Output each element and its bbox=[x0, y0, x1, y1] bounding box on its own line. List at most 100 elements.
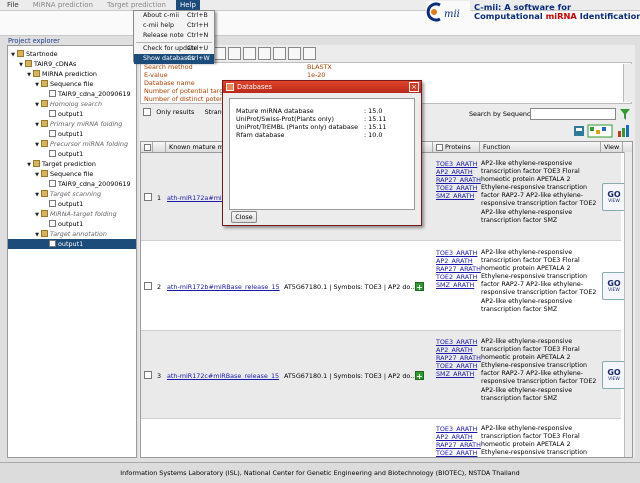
tree-node-mirna-prediction[interactable]: ▼ MiRNA prediction bbox=[26, 69, 97, 79]
menu-separator bbox=[136, 42, 212, 43]
menu-help[interactable]: Help bbox=[175, 0, 200, 11]
table-row[interactable]: TOE3_ARATH AP2_ARATH RAP27_ARATH TOE2_AR… bbox=[141, 419, 621, 457]
menu-item-about[interactable]: About c-mii Ctrl+B bbox=[134, 11, 214, 21]
close-button[interactable]: Close bbox=[231, 211, 257, 223]
table-row[interactable]: 3 ath-miR172c#miRBase_release_15 AT5G671… bbox=[141, 331, 626, 419]
protein-link[interactable]: TOE2_ARATH bbox=[436, 449, 481, 457]
folder-icon bbox=[41, 139, 48, 147]
toolbar-button-7[interactable] bbox=[303, 47, 316, 60]
protein-link[interactable]: TOE2_ARATH bbox=[436, 362, 481, 370]
db-value: : 15.0 bbox=[364, 107, 383, 115]
file-icon bbox=[49, 129, 56, 137]
go-view-button[interactable]: GO VIEW bbox=[602, 361, 626, 389]
function-text: AP2-like ethylene-responsive transcripti… bbox=[481, 338, 597, 402]
tree-node-sequence-file[interactable]: ▼ Sequence file bbox=[34, 79, 93, 89]
tree-node-primary-folding[interactable]: ▼ Primary miRNA folding bbox=[34, 119, 122, 129]
protein-link[interactable]: SMZ_ARATH bbox=[436, 281, 481, 289]
table-tools bbox=[574, 124, 629, 138]
row-checkbox[interactable] bbox=[144, 193, 152, 201]
menu-item-release-note[interactable]: Release note Ctrl+N bbox=[134, 31, 214, 41]
protein-link[interactable]: TOE3_ARATH bbox=[436, 160, 481, 168]
project-explorer-label: Project explorer bbox=[8, 37, 60, 45]
chart-icon[interactable] bbox=[618, 125, 629, 137]
protein-link[interactable]: TOE3_ARATH bbox=[436, 425, 481, 433]
tree-node-output[interactable]: output1 bbox=[48, 129, 83, 139]
menu-target-prediction[interactable]: Target prediction bbox=[103, 0, 170, 11]
folder-icon bbox=[17, 49, 24, 57]
tree-node-target-annotation[interactable]: ▼ Target annotation bbox=[34, 229, 107, 239]
protein-link[interactable]: SMZ_ARATH bbox=[436, 370, 481, 378]
protein-link[interactable]: TOE2_ARATH bbox=[436, 273, 481, 281]
go-view-button[interactable]: GO VIEW bbox=[602, 183, 626, 211]
only-results-checkbox[interactable] bbox=[143, 108, 151, 116]
tree-node-file[interactable]: TAIR9_cdna_20090619 bbox=[48, 179, 131, 189]
toolbar-button-4[interactable] bbox=[258, 47, 271, 60]
db-label: UniProt/TrEMBL (Plants only) database bbox=[236, 123, 359, 131]
search-input[interactable] bbox=[530, 108, 616, 120]
summary-scrollbar[interactable] bbox=[623, 64, 632, 102]
file-icon bbox=[49, 109, 56, 117]
folder-icon bbox=[25, 59, 32, 67]
tree-node-homolog-search[interactable]: ▼ Homolog search bbox=[34, 99, 102, 109]
table-row[interactable]: 2 ath-miR172b#miRBase_release_15 AT5G671… bbox=[141, 241, 626, 331]
target-description: AT5G67180.1 | Symbols: TOE3 | AP2 do... bbox=[284, 283, 417, 291]
menu-item-help[interactable]: c-mii help Ctrl+H bbox=[134, 21, 214, 31]
row-checkbox[interactable] bbox=[144, 371, 152, 379]
tree-node-target-folding[interactable]: ▼ MiRNA-target folding bbox=[34, 209, 117, 219]
toolbar-button-5[interactable] bbox=[273, 47, 286, 60]
go-analysis-icon[interactable] bbox=[587, 124, 613, 138]
header-checkbox[interactable] bbox=[141, 142, 153, 152]
add-icon[interactable]: + bbox=[415, 371, 424, 381]
protein-link[interactable]: AP2_ARATH bbox=[436, 257, 481, 265]
protein-link[interactable]: RAP27_ARATH bbox=[436, 441, 481, 449]
folder-icon bbox=[41, 189, 48, 197]
toolbar-button-2[interactable] bbox=[228, 47, 241, 60]
protein-link[interactable]: RAP27_ARATH bbox=[436, 176, 481, 184]
tree-node-output-selected[interactable]: output1 bbox=[8, 239, 136, 249]
protein-link[interactable]: SMZ_ARATH bbox=[436, 192, 481, 200]
protein-link[interactable]: TOE2_ARATH bbox=[436, 184, 481, 192]
tree-node-sequence-file[interactable]: ▼ Sequence file bbox=[34, 169, 93, 179]
protein-link[interactable]: AP2_ARATH bbox=[436, 433, 481, 441]
toolbar-button-3[interactable] bbox=[243, 47, 256, 60]
tree-node-target-scanning[interactable]: ▼ Target scanning bbox=[34, 189, 101, 199]
protein-link[interactable]: TOE3_ARATH bbox=[436, 338, 481, 346]
mirna-link[interactable]: ath-miR172b#miRBase_release_15 bbox=[167, 283, 280, 291]
go-view-button[interactable]: GO VIEW bbox=[602, 272, 626, 300]
menu-file[interactable]: File bbox=[3, 0, 23, 11]
add-icon[interactable]: + bbox=[415, 282, 424, 292]
tree-node-target-prediction[interactable]: ▼ Target prediction bbox=[26, 159, 96, 169]
tree-node-precursor-folding[interactable]: ▼ Precursor miRNA folding bbox=[34, 139, 128, 149]
project-tree[interactable]: ▼ Startnode ▼ TAIR9_cDNAs ▼ MiRNA predictio… bbox=[7, 45, 137, 458]
app-icon bbox=[226, 83, 234, 91]
menu-item-show-databases[interactable]: Show databases Ctrl+W bbox=[134, 54, 214, 64]
row-checkbox[interactable] bbox=[144, 282, 152, 290]
protein-link[interactable]: RAP27_ARATH bbox=[436, 265, 481, 273]
toolbar-button-6[interactable] bbox=[288, 47, 301, 60]
protein-link[interactable]: RAP27_ARATH bbox=[436, 354, 481, 362]
table-scrollbar[interactable] bbox=[624, 152, 632, 457]
tree-node-output[interactable]: output1 bbox=[48, 219, 83, 229]
header-proteins[interactable]: Proteins bbox=[433, 142, 480, 152]
tree-node-output[interactable]: output1 bbox=[48, 199, 83, 209]
protein-link[interactable]: AP2_ARATH bbox=[436, 168, 481, 176]
export-icon[interactable] bbox=[574, 126, 584, 136]
close-icon[interactable]: × bbox=[409, 82, 419, 92]
status-bar: Information Systems Laboratory (ISL), Na… bbox=[0, 462, 640, 482]
tree-node-output[interactable]: output1 bbox=[48, 109, 83, 119]
protein-link[interactable]: TOE3_ARATH bbox=[436, 249, 481, 257]
summary-value: 1e-20 bbox=[307, 71, 326, 79]
header-function[interactable]: Function bbox=[480, 142, 601, 152]
mirna-link[interactable]: ath-miR172c#miRBase_release_15 bbox=[167, 372, 279, 380]
tree-node-output[interactable]: output1 bbox=[48, 149, 83, 159]
tree-node-file[interactable]: TAIR9_cdna_20090619 bbox=[48, 89, 131, 99]
mirna-link[interactable]: ath-miR172a#miRB bbox=[167, 194, 231, 202]
tree-node-tair9[interactable]: ▼ TAIR9_cDNAs bbox=[18, 59, 76, 69]
protein-link[interactable]: AP2_ARATH bbox=[436, 346, 481, 354]
tree-node-startnode[interactable]: ▼ Startnode bbox=[10, 49, 58, 59]
target-description: AT5G67180.1 | Symbols: TOE3 | AP2 do... bbox=[284, 372, 417, 380]
header-view[interactable]: View bbox=[601, 142, 623, 152]
menu-item-check-update[interactable]: Check for update Ctrl+U bbox=[134, 44, 214, 54]
filter-icon[interactable] bbox=[620, 109, 630, 120]
menu-mirna-prediction[interactable]: MiRNA prediction bbox=[29, 0, 97, 11]
